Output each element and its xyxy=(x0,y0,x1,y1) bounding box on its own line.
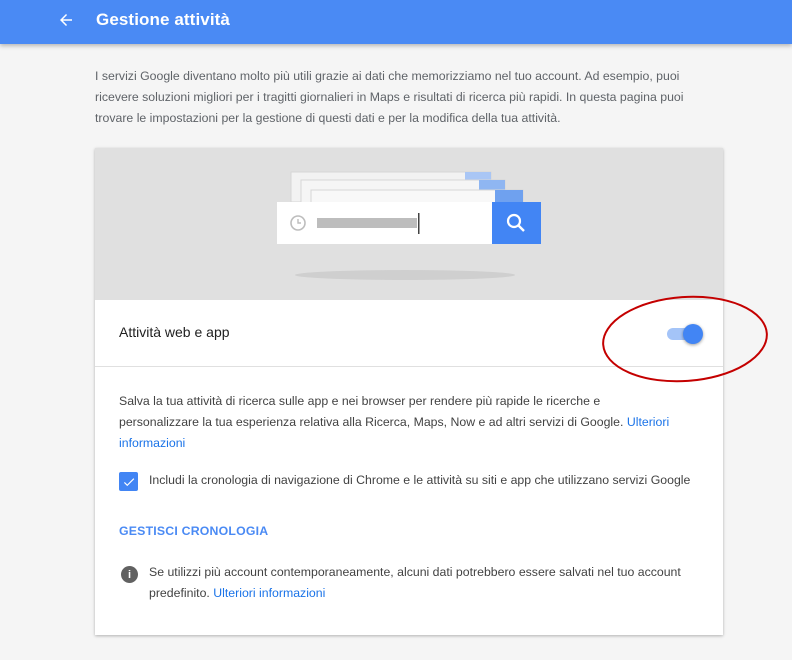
checkbox-label: Includi la cronologia di navigazione di … xyxy=(149,473,691,487)
manage-history-link[interactable]: GESTISCI CRONOLOGIA xyxy=(119,524,268,538)
toggle-thumb xyxy=(683,324,703,344)
back-button[interactable] xyxy=(52,6,80,34)
chrome-history-checkbox[interactable] xyxy=(119,472,138,491)
arrow-back-icon xyxy=(60,14,72,26)
info-icon: i xyxy=(121,566,138,583)
activity-card: Attività web e app Salva la tua attività… xyxy=(95,148,723,635)
top-app-bar: Gestione attività xyxy=(0,0,792,44)
intro-text: I servizi Google diventano molto più uti… xyxy=(95,69,684,125)
web-app-activity-toggle[interactable] xyxy=(665,324,703,344)
setting-description: Salva la tua attività di ricerca sulle a… xyxy=(119,391,679,454)
info-learn-more-link[interactable]: Ulteriori informazioni xyxy=(213,586,325,600)
search-illustration xyxy=(95,148,723,300)
page-title: Gestione attività xyxy=(96,10,230,29)
info-text: Se utilizzi più account contemporaneamen… xyxy=(149,562,699,604)
description-text: Salva la tua attività di ricerca sulle a… xyxy=(119,394,627,429)
check-icon xyxy=(123,477,134,486)
setting-label: Attività web e app xyxy=(119,324,230,340)
